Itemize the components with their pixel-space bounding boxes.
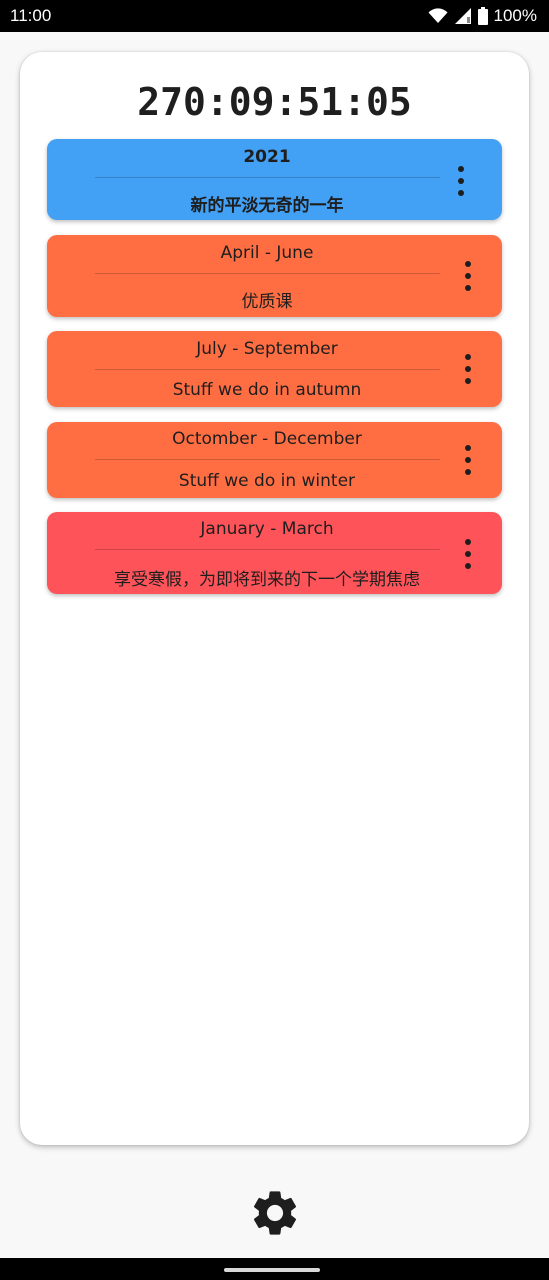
battery-percent: 100% — [493, 6, 537, 25]
list-item-october-december[interactable]: Octomber - December Stuff we do in winte… — [47, 422, 502, 498]
list-item-january-march[interactable]: January - March 享受寒假，为即将到来的下一个学期焦虑 — [47, 512, 502, 594]
list-item-title: January - March — [200, 519, 334, 539]
list-item-description: 优质课 — [241, 292, 293, 312]
more-options-icon[interactable] — [451, 166, 471, 196]
list-item-title: 2021 — [243, 147, 291, 167]
status-icons: 100% — [428, 6, 537, 26]
more-options-icon[interactable] — [458, 539, 478, 569]
list-item-title: July - September — [196, 339, 338, 359]
list-item-2021[interactable]: 2021 新的平淡无奇的一年 — [47, 139, 502, 220]
list-item-july-september[interactable]: July - September Stuff we do in autumn — [47, 331, 502, 407]
list-item-divider — [95, 273, 440, 274]
list-item-description: 享受寒假，为即将到来的下一个学期焦虑 — [114, 570, 420, 590]
list-item-divider — [95, 459, 440, 460]
list-item-title: April - June — [220, 243, 314, 263]
home-gesture-handle[interactable] — [224, 1268, 320, 1272]
list-item-description: Stuff we do in winter — [178, 471, 356, 491]
more-options-icon[interactable] — [458, 261, 478, 291]
list-item-divider — [95, 549, 440, 550]
list-item-divider — [95, 177, 440, 178]
list-item-title: Octomber - December — [172, 429, 362, 449]
status-time: 11:00 — [10, 6, 52, 25]
gear-icon[interactable] — [248, 1186, 302, 1240]
navigation-bar — [0, 1258, 549, 1280]
wifi-icon — [428, 8, 448, 23]
countdown-timer: 270:09:51:05 — [137, 80, 412, 124]
status-bar: 11:00 100% — [0, 0, 549, 32]
list-item-description: Stuff we do in autumn — [172, 380, 362, 400]
more-options-icon[interactable] — [458, 354, 478, 384]
list-item-description: 新的平淡无奇的一年 — [190, 196, 344, 216]
signal-icon — [454, 8, 471, 24]
battery-icon — [477, 7, 488, 25]
list-item-april-june[interactable]: April - June 优质课 — [47, 235, 502, 317]
more-options-icon[interactable] — [458, 445, 478, 475]
list-item-divider — [95, 369, 440, 370]
